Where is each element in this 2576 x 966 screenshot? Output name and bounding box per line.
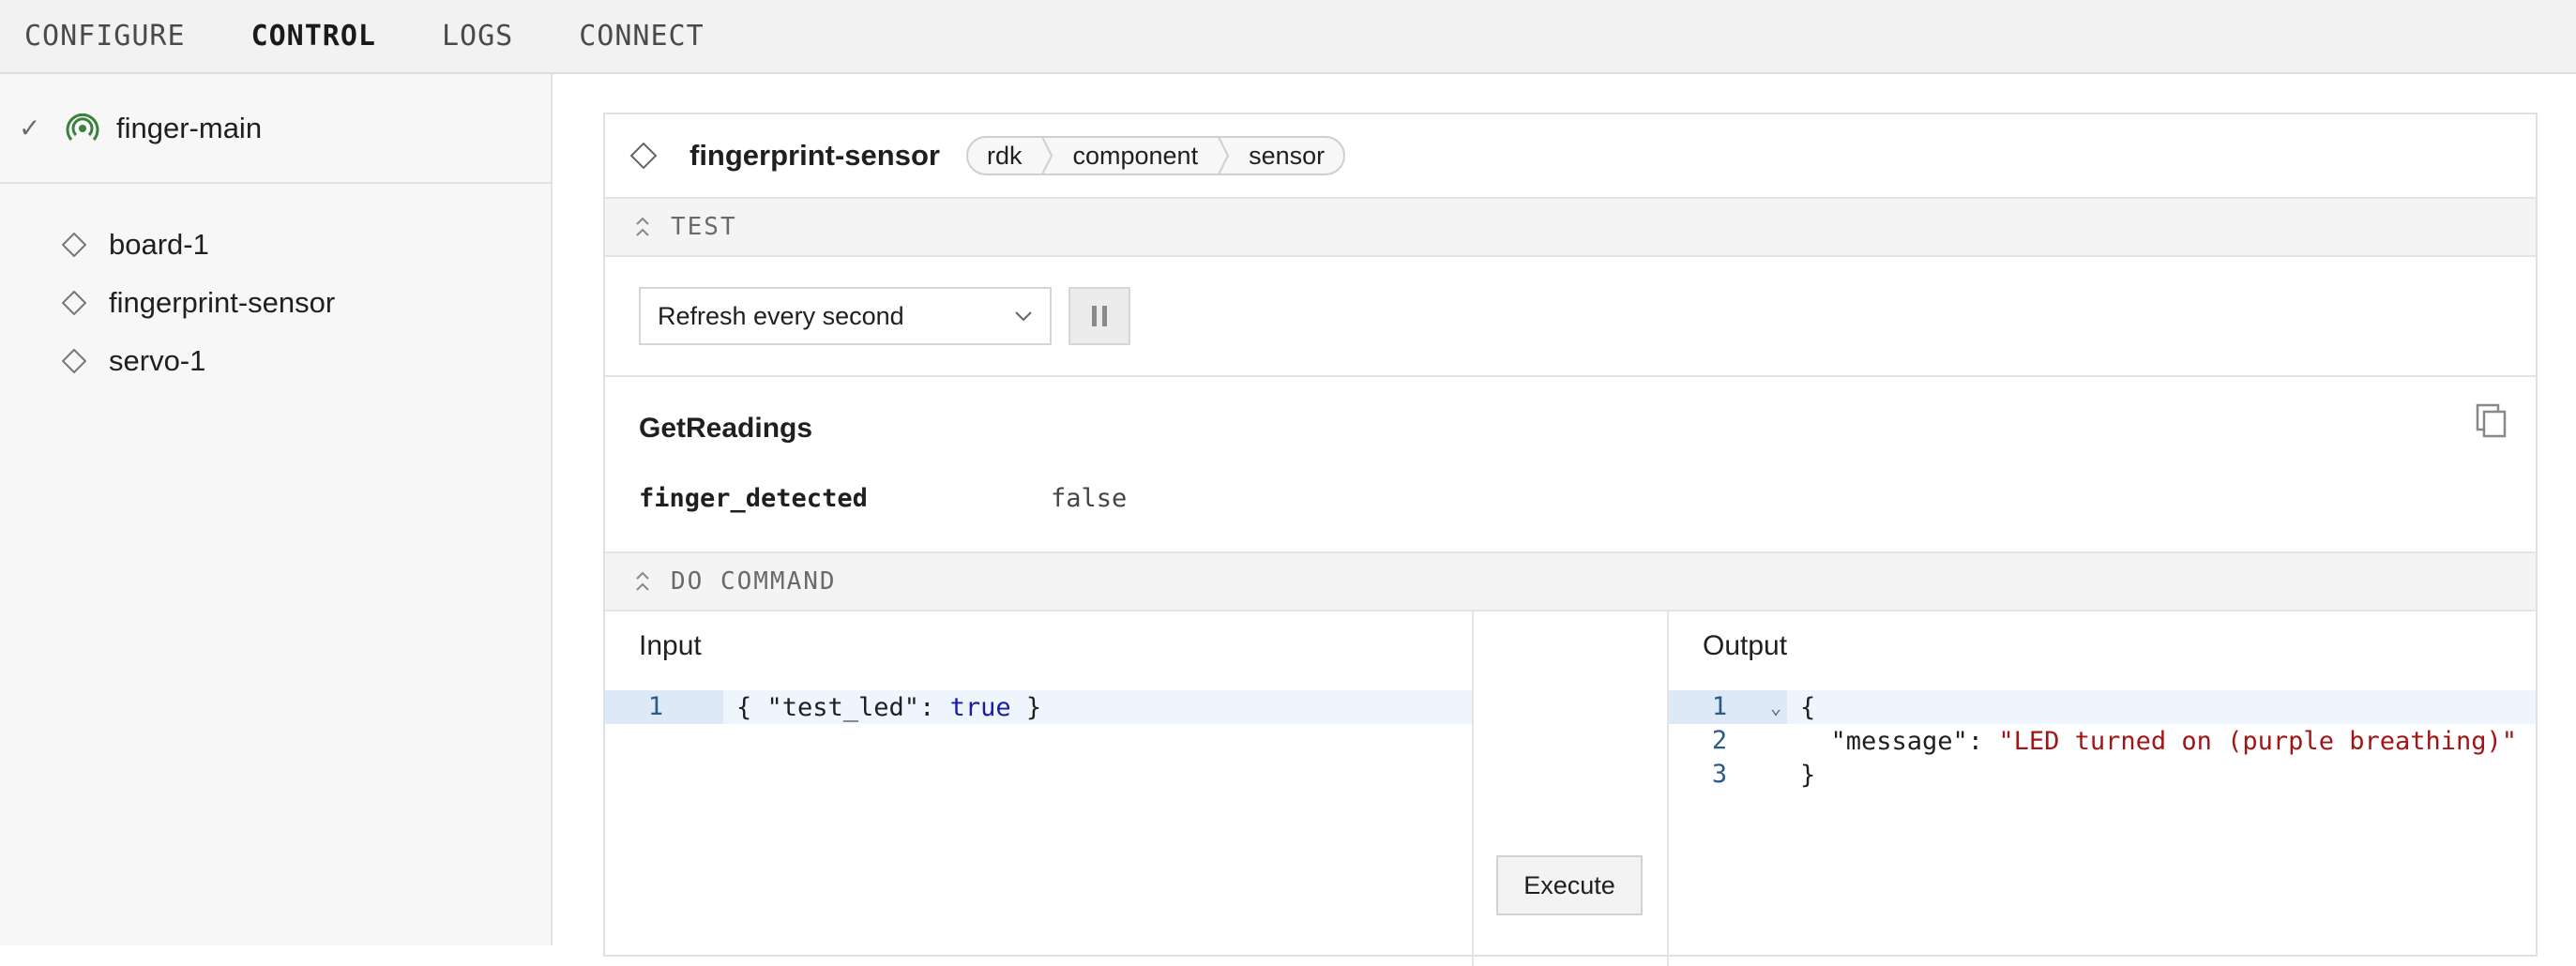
chevron-right-icon [1218, 138, 1230, 174]
component-diamond-icon [62, 291, 86, 315]
sidebar-item-label: servo-1 [109, 344, 206, 377]
refresh-rate-select[interactable]: Refresh every second [639, 287, 1052, 345]
chevron-down-icon [1015, 311, 1032, 322]
code-token: "LED turned on (purple breathing)" [1998, 726, 2518, 756]
readings-heading: GetReadings [639, 413, 813, 444]
component-diamond-icon [62, 349, 86, 373]
pause-icon [1092, 306, 1097, 326]
code-token: } [1010, 692, 1042, 722]
component-card: fingerprint-sensor rdk component sensor … [603, 113, 2538, 966]
input-pane: Input 1 { "test_led": true } [605, 610, 1474, 966]
do-command-section-header[interactable]: DO COMMAND [605, 553, 2536, 611]
input-title: Input [639, 630, 702, 661]
section-label: TEST [671, 213, 737, 241]
sidebar-item-board-1[interactable]: board-1 [0, 216, 551, 274]
output-code-line: 2 "message": "LED turned on (purple brea… [1669, 724, 2536, 758]
line-number: 1 [605, 690, 723, 724]
output-code: { [1800, 692, 1816, 722]
resource-list: board-1 fingerprint-sensor servo-1 [0, 184, 551, 390]
test-section-header[interactable]: TEST [605, 199, 2536, 257]
line-number: 2 [1711, 726, 1728, 755]
execute-pane: Execute [1474, 610, 1669, 966]
check-icon: ✓ [19, 113, 41, 143]
section-label: DO COMMAND [671, 567, 837, 596]
input-code-line[interactable]: 1 { "test_led": true } [605, 690, 1472, 724]
reading-value: false [1051, 484, 1128, 513]
breadcrumb-item: component [1072, 141, 1199, 170]
input-code: { "test_led": true } [736, 693, 1041, 722]
component-diamond-icon [62, 233, 86, 257]
fold-chevron-icon[interactable]: ⌄ [1770, 696, 1781, 718]
output-title: Output [1703, 630, 1788, 661]
select-value: Refresh every second [658, 301, 904, 330]
pause-button[interactable] [1068, 287, 1130, 345]
code-token: { "test_led": [736, 692, 950, 722]
chevron-right-icon [1041, 138, 1053, 174]
breadcrumb-item: rdk [986, 141, 1023, 170]
output-code-line: 3 } [1669, 758, 2536, 792]
robot-row[interactable]: ✓ finger-main [0, 74, 551, 184]
sidebar: ✓ finger-main board-1 fingerprint-sensor… [0, 74, 553, 945]
tab-connect[interactable]: CONNECT [579, 20, 704, 53]
breadcrumb-item: sensor [1249, 141, 1326, 170]
tab-control[interactable]: CONTROL [251, 20, 376, 53]
output-code: "message": "LED turned on (purple breath… [1800, 726, 2518, 756]
sidebar-item-label: board-1 [109, 228, 209, 261]
readings-panel: GetReadings finger_detected false [605, 377, 2536, 553]
reading-key: finger_detected [639, 484, 868, 513]
sidebar-item-fingerprint-sensor[interactable]: fingerprint-sensor [0, 274, 551, 332]
breadcrumb: rdk component sensor [965, 136, 1346, 175]
top-navigation: CONFIGURE CONTROL LOGS CONNECT [0, 0, 2576, 74]
sidebar-item-servo-1[interactable]: servo-1 [0, 332, 551, 390]
execute-button[interactable]: Execute [1496, 855, 1643, 915]
refresh-controls: Refresh every second [605, 257, 2536, 377]
pause-icon-bar [1102, 306, 1107, 326]
robot-name: finger-main [116, 111, 263, 144]
output-code-line: 1 ⌄ { [1669, 690, 2536, 724]
output-code: } [1800, 760, 1816, 790]
component-title: fingerprint-sensor [689, 139, 940, 172]
output-pane: Output 1 ⌄ { 2 "message": "LED turned on… [1669, 610, 2536, 966]
online-signal-icon [66, 113, 99, 141]
code-token: true [949, 692, 1011, 722]
line-number: 3 [1711, 760, 1728, 789]
component-diamond-icon [629, 142, 658, 170]
code-token: "message": [1800, 726, 1999, 756]
tab-configure[interactable]: CONFIGURE [24, 20, 186, 53]
collapse-icon [636, 217, 649, 236]
copy-icon[interactable] [2476, 403, 2508, 439]
collapse-icon [636, 571, 649, 591]
card-header[interactable]: fingerprint-sensor rdk component sensor [605, 114, 2536, 199]
tab-logs[interactable]: LOGS [442, 20, 513, 53]
do-command-area: Input 1 { "test_led": true } Execute Out… [605, 610, 2536, 966]
sidebar-item-label: fingerprint-sensor [109, 286, 336, 319]
